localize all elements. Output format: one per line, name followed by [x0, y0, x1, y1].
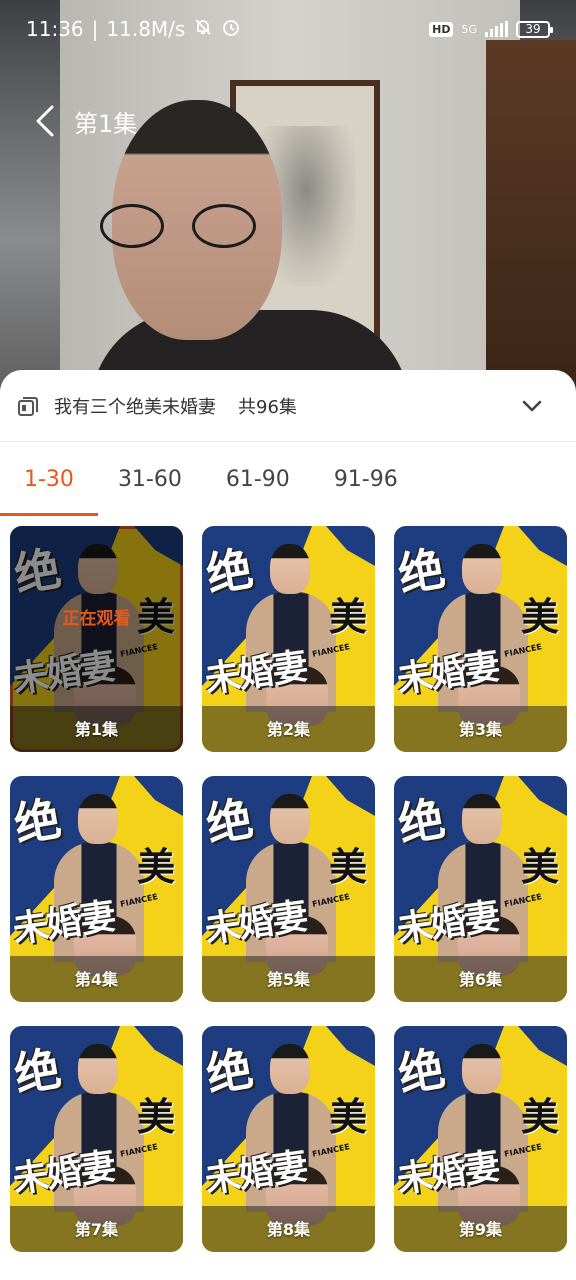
tab-range-4[interactable]: 91-96: [334, 442, 398, 516]
nav-title: 第1集: [74, 109, 138, 138]
episodes-icon: [16, 394, 40, 418]
episode-card[interactable]: 绝 美 未婚妻 FIANCEE 正在观看 第1集: [10, 526, 183, 752]
tab-range-1[interactable]: 1-30: [0, 442, 98, 516]
alarm-icon: [221, 17, 241, 42]
poster-title-char: 美: [328, 844, 367, 889]
poster-title-char: 美: [328, 594, 367, 639]
battery-icon: 39: [516, 20, 553, 38]
status-divider: |: [91, 17, 99, 41]
episode-card[interactable]: 绝 美 未婚妻 FIANCEE 第6集: [394, 776, 567, 1002]
chevron-down-icon: [522, 400, 542, 411]
bell-off-icon: [193, 17, 213, 42]
video-door: [486, 40, 576, 400]
poster-title-char: 美: [520, 844, 559, 889]
episode-card[interactable]: 绝 美 未婚妻 FIANCEE 第7集: [10, 1026, 183, 1252]
episode-grid: 绝 美 未婚妻 FIANCEE 正在观看 第1集 绝 美 未婚妻 FIANCEE…: [0, 516, 576, 1252]
tab-range-3[interactable]: 61-90: [226, 442, 290, 516]
poster-title-char: 美: [136, 844, 175, 889]
episode-label: 第5集: [266, 970, 311, 989]
episode-label: 第8集: [266, 1220, 311, 1239]
signal-icon: [485, 21, 508, 37]
video-player[interactable]: [0, 0, 576, 400]
series-episode-count: 共96集: [238, 396, 297, 418]
status-bar: 11:36 | 11.8M/s HD 5G 39: [0, 0, 576, 58]
episode-card[interactable]: 绝 美 未婚妻 FIANCEE 第4集: [10, 776, 183, 1002]
sheet-header: 我有三个绝美未婚妻 共96集: [0, 370, 576, 442]
episode-label: 第9集: [458, 1220, 503, 1239]
network-label: 5G: [461, 22, 477, 36]
video-person-glasses: [100, 200, 270, 250]
series-title: 我有三个绝美未婚妻: [54, 396, 216, 418]
now-watching-label: 正在观看: [62, 609, 131, 629]
chevron-left-icon: [36, 105, 54, 137]
episode-range-tabs: 1-30 31-60 61-90 91-96: [0, 442, 576, 516]
poster-title-char: 美: [136, 1094, 175, 1139]
episode-card[interactable]: 绝 美 未婚妻 FIANCEE 第2集: [202, 526, 375, 752]
episode-card[interactable]: 绝 美 未婚妻 FIANCEE 第3集: [394, 526, 567, 752]
top-nav: 第1集: [0, 96, 576, 146]
episode-label: 第2集: [266, 720, 311, 739]
episode-sheet: 我有三个绝美未婚妻 共96集 1-30 31-60 61-90 91-96 绝 美 未…: [0, 370, 576, 1280]
poster-title-char: 美: [520, 1094, 559, 1139]
episode-card[interactable]: 绝 美 未婚妻 FIANCEE 第8集: [202, 1026, 375, 1252]
tab-range-2[interactable]: 31-60: [118, 442, 182, 516]
back-button[interactable]: [10, 96, 80, 146]
poster-title-char: 美: [520, 594, 559, 639]
episode-label: 第7集: [74, 1220, 119, 1239]
status-speed: 11.8M/s: [106, 17, 186, 41]
episode-label: 第6集: [458, 970, 503, 989]
episode-label: 第3集: [458, 720, 503, 739]
episode-card[interactable]: 绝 美 未婚妻 FIANCEE 第9集: [394, 1026, 567, 1252]
poster-title-char: 美: [328, 1094, 367, 1139]
episode-label: 第1集: [74, 720, 119, 739]
status-time: 11:36: [26, 17, 84, 41]
episode-card[interactable]: 绝 美 未婚妻 FIANCEE 第5集: [202, 776, 375, 1002]
hd-badge: HD: [429, 21, 454, 37]
episode-label: 第4集: [74, 970, 119, 989]
collapse-button[interactable]: [512, 386, 552, 426]
